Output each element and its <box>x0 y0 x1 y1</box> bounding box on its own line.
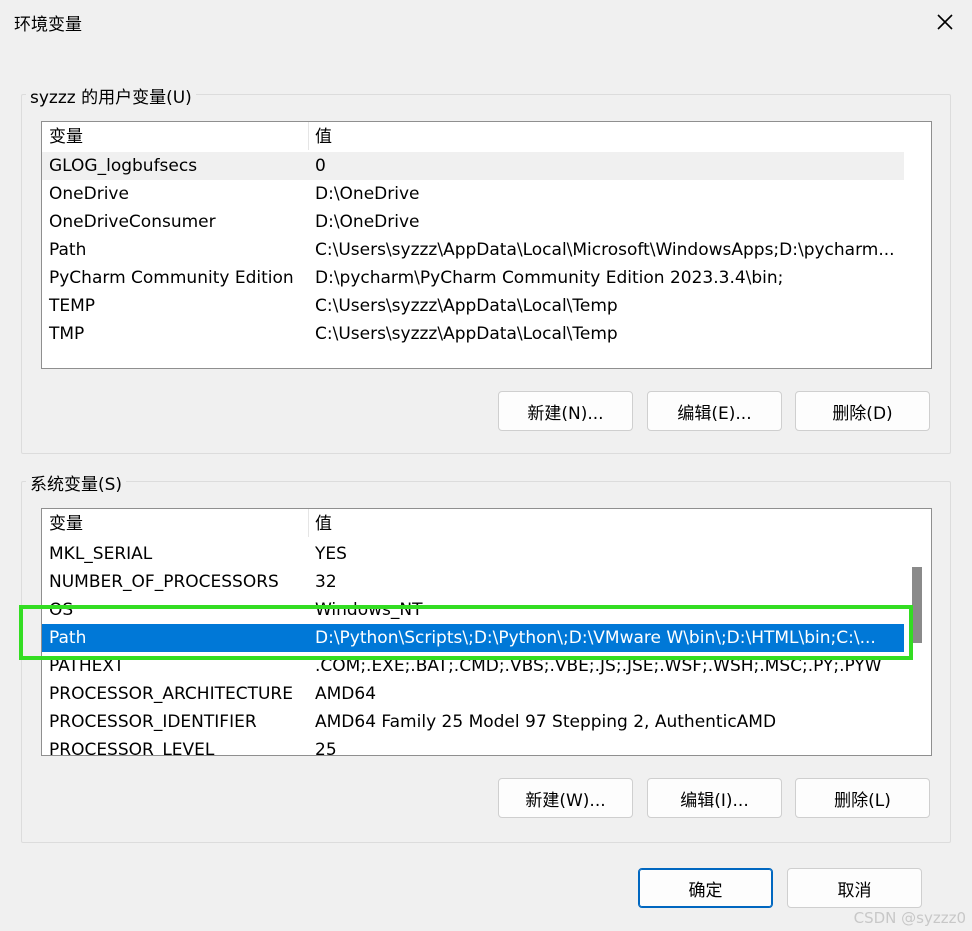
column-divider[interactable] <box>308 509 309 537</box>
cancel-button[interactable]: 取消 <box>787 868 922 908</box>
title-bar[interactable]: 环境变量 <box>0 0 972 44</box>
column-header-value[interactable]: 值 <box>315 509 332 539</box>
system-variables-label: 系统变量(S) <box>26 470 127 495</box>
table-row-selected[interactable]: Path D:\Python\Scripts\;D:\Python\;D:\VM… <box>42 624 904 652</box>
variable-name: OS <box>49 600 74 620</box>
close-icon <box>937 14 953 30</box>
table-row[interactable]: PROCESSOR_IDENTIFIER AMD64 Family 25 Mod… <box>42 708 904 736</box>
variable-name: PROCESSOR_ARCHITECTURE <box>49 684 293 704</box>
system-edit-button[interactable]: 编辑(I)... <box>647 778 782 818</box>
variable-value: D:\Python\Scripts\;D:\Python\;D:\VMware … <box>315 628 876 648</box>
variable-value: Windows_NT <box>315 600 423 620</box>
column-divider[interactable] <box>308 122 309 150</box>
ok-button[interactable]: 确定 <box>638 868 773 908</box>
variable-name: MKL_SERIAL <box>49 544 153 564</box>
variable-value: D:\pycharm\PyCharm Community Edition 202… <box>315 268 784 288</box>
watermark: CSDN @syzzz0 <box>853 909 966 927</box>
variable-value: C:\Users\syzzz\AppData\Local\Temp <box>315 324 618 344</box>
column-header-variable[interactable]: 变量 <box>49 509 83 539</box>
variable-value: AMD64 Family 25 Model 97 Stepping 2, Aut… <box>315 712 777 732</box>
variable-name: NUMBER_OF_PROCESSORS <box>49 572 279 592</box>
column-header-value[interactable]: 值 <box>315 122 332 152</box>
table-row[interactable]: TEMP C:\Users\syzzz\AppData\Local\Temp <box>42 292 904 320</box>
variable-value: 25 <box>315 740 337 756</box>
scrollbar-thumb[interactable] <box>912 567 922 643</box>
variable-name: TEMP <box>49 296 96 316</box>
variable-name: GLOG_logbufsecs <box>49 156 198 176</box>
table-row[interactable]: Path C:\Users\syzzz\AppData\Local\Micros… <box>42 236 904 264</box>
table-row[interactable]: MKL_SERIAL YES <box>42 540 904 568</box>
variable-name: OneDriveConsumer <box>49 212 216 232</box>
variable-name: OneDrive <box>49 184 129 204</box>
variable-value: D:\OneDrive <box>315 184 420 204</box>
variable-name: PROCESSOR_LEVEL <box>49 740 215 756</box>
variable-name: PROCESSOR_IDENTIFIER <box>49 712 257 732</box>
user-edit-button[interactable]: 编辑(E)... <box>647 391 782 431</box>
table-row[interactable]: TMP C:\Users\syzzz\AppData\Local\Temp <box>42 320 904 348</box>
variable-name: PATHEXT <box>49 656 125 676</box>
table-row[interactable]: OneDriveConsumer D:\OneDrive <box>42 208 904 236</box>
environment-variables-dialog: 环境变量 syzzz 的用户变量(U) 变量 值 GLOG_logbufsecs… <box>0 0 972 931</box>
table-row[interactable]: OneDrive D:\OneDrive <box>42 180 904 208</box>
user-list-header: 变量 值 <box>42 122 904 152</box>
vertical-scrollbar[interactable] <box>906 539 930 753</box>
system-new-button[interactable]: 新建(W)... <box>498 778 633 818</box>
system-delete-button[interactable]: 删除(L) <box>795 778 930 818</box>
variable-value: .COM;.EXE;.BAT;.CMD;.VBS;.VBE;.JS;.JSE;.… <box>315 656 882 676</box>
table-row[interactable]: PROCESSOR_ARCHITECTURE AMD64 <box>42 680 904 708</box>
user-delete-button[interactable]: 删除(D) <box>795 391 930 431</box>
column-header-variable[interactable]: 变量 <box>49 122 83 152</box>
variable-name: PyCharm Community Edition <box>49 268 294 288</box>
variable-value: YES <box>315 544 347 564</box>
table-row[interactable]: OS Windows_NT <box>42 596 904 624</box>
table-row[interactable]: PROCESSOR_LEVEL 25 <box>42 736 904 756</box>
variable-name: TMP <box>49 324 85 344</box>
variable-value: C:\Users\syzzz\AppData\Local\Microsoft\W… <box>315 240 895 260</box>
variable-value: AMD64 <box>315 684 377 704</box>
user-variables-list[interactable]: 变量 值 GLOG_logbufsecs 0 OneDrive D:\OneDr… <box>41 121 932 369</box>
table-row[interactable]: GLOG_logbufsecs 0 <box>42 152 904 180</box>
window-title: 环境变量 <box>14 15 82 35</box>
system-variables-list[interactable]: 变量 值 MKL_SERIAL YES NUMBER_OF_PROCESSORS… <box>41 508 932 756</box>
variable-value: D:\OneDrive <box>315 212 420 232</box>
variable-name: Path <box>49 628 87 648</box>
user-new-button[interactable]: 新建(N)... <box>498 391 633 431</box>
table-row[interactable]: NUMBER_OF_PROCESSORS 32 <box>42 568 904 596</box>
user-variables-label: syzzz 的用户变量(U) <box>26 83 196 108</box>
system-list-header: 变量 值 <box>42 509 904 539</box>
variable-value: 0 <box>315 156 326 176</box>
variable-name: Path <box>49 240 87 260</box>
table-row[interactable]: PATHEXT .COM;.EXE;.BAT;.CMD;.VBS;.VBE;.J… <box>42 652 904 680</box>
table-row[interactable]: PyCharm Community Edition D:\pycharm\PyC… <box>42 264 904 292</box>
variable-value: 32 <box>315 572 337 592</box>
close-button[interactable] <box>922 0 968 44</box>
variable-value: C:\Users\syzzz\AppData\Local\Temp <box>315 296 618 316</box>
